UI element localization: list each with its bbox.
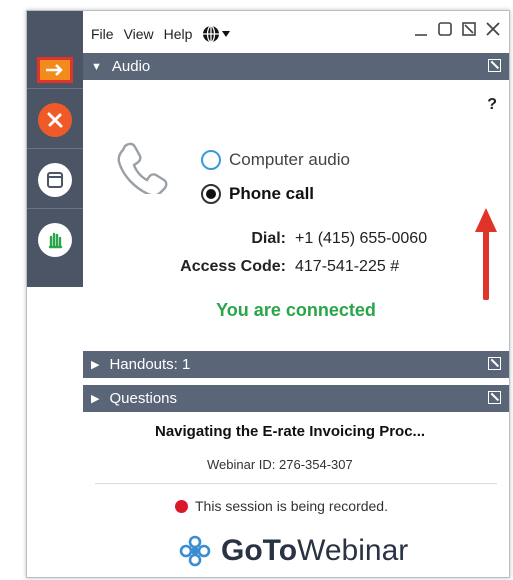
collapse-window-icon[interactable] <box>461 21 477 37</box>
popout-icon[interactable] <box>488 59 501 72</box>
gotowebinar-logo-icon <box>179 535 211 567</box>
logo-webinar-text: Webinar <box>297 534 409 567</box>
audio-panel: ? Computer audio Phone call Dial: +1 (41… <box>83 80 509 351</box>
raise-hand-icon <box>38 223 72 257</box>
access-code-row: Access Code: 417-541-225 # <box>161 258 399 276</box>
menu-bar: File View Help <box>91 19 240 49</box>
gotowebinar-logo: GoTo Webinar <box>177 533 408 569</box>
collapsed-triangle-icon: ▶ <box>91 359 100 371</box>
collapsed-triangle-icon: ▶ <box>91 393 100 405</box>
dial-row: Dial: +1 (415) 655-0060 <box>161 230 427 248</box>
audio-mute-button[interactable] <box>27 91 83 149</box>
globe-language-menu[interactable] <box>202 25 231 43</box>
handouts-section-title: Handouts: 1 <box>109 356 191 373</box>
computer-audio-radio[interactable] <box>201 150 221 170</box>
computer-audio-label: Computer audio <box>229 150 350 169</box>
side-toolbar <box>27 11 83 287</box>
chevron-down-icon <box>222 31 231 37</box>
arrow-right-icon <box>37 56 73 83</box>
globe-icon <box>203 25 220 43</box>
recording-notice-text: This session is being recorded. <box>195 498 388 514</box>
minimize-icon[interactable] <box>413 21 429 37</box>
gotowebinar-control-panel: File View Help ▼ Audio ? Computer audio <box>26 10 510 578</box>
popout-icon[interactable] <box>488 391 501 404</box>
recording-dot-icon <box>175 499 188 513</box>
menu-help[interactable]: Help <box>164 26 193 42</box>
recording-notice: This session is being recorded. <box>175 498 388 514</box>
close-icon[interactable] <box>485 21 501 37</box>
access-code-value: 417-541-225 # <box>295 258 400 275</box>
screen-icon <box>38 162 72 197</box>
menu-view[interactable]: View <box>124 26 154 42</box>
logo-goto-text: GoTo <box>221 534 298 567</box>
questions-section-header[interactable]: ▶ Questions <box>83 385 509 412</box>
restore-icon[interactable] <box>437 21 453 37</box>
phone-call-label: Phone call <box>229 184 315 203</box>
expand-triangle-icon: ▼ <box>91 60 102 73</box>
connection-status: You are connected <box>216 300 376 320</box>
dial-number: +1 (415) 655-0060 <box>295 230 428 247</box>
window-controls <box>413 21 501 37</box>
popout-icon[interactable] <box>488 357 501 370</box>
audio-section-title: Audio <box>111 58 151 75</box>
divider <box>95 483 497 484</box>
access-code-label: Access Code: <box>180 258 286 275</box>
phone-call-radio[interactable] <box>201 184 221 204</box>
audio-help-button[interactable]: ? <box>487 96 497 114</box>
phone-icon <box>117 142 168 194</box>
toggle-panel-button[interactable] <box>27 51 83 89</box>
phone-call-option[interactable]: Phone call <box>201 184 314 204</box>
raise-hand-button[interactable] <box>27 211 83 269</box>
audio-section-header[interactable]: ▼ Audio <box>83 53 509 80</box>
dial-label: Dial: <box>251 230 286 247</box>
menu-file[interactable]: File <box>91 26 114 42</box>
handouts-section-header[interactable]: ▶ Handouts: 1 <box>83 351 509 378</box>
computer-audio-option[interactable]: Computer audio <box>201 150 350 170</box>
webinar-id: Webinar ID: 276-354-307 <box>207 457 353 472</box>
annotation-arrow-icon <box>475 208 497 300</box>
session-title: Navigating the E-rate Invoicing Proc... <box>155 423 426 440</box>
questions-section-title: Questions <box>109 390 178 407</box>
screen-viewer-button[interactable] <box>27 151 83 209</box>
hangup-icon <box>38 102 72 137</box>
